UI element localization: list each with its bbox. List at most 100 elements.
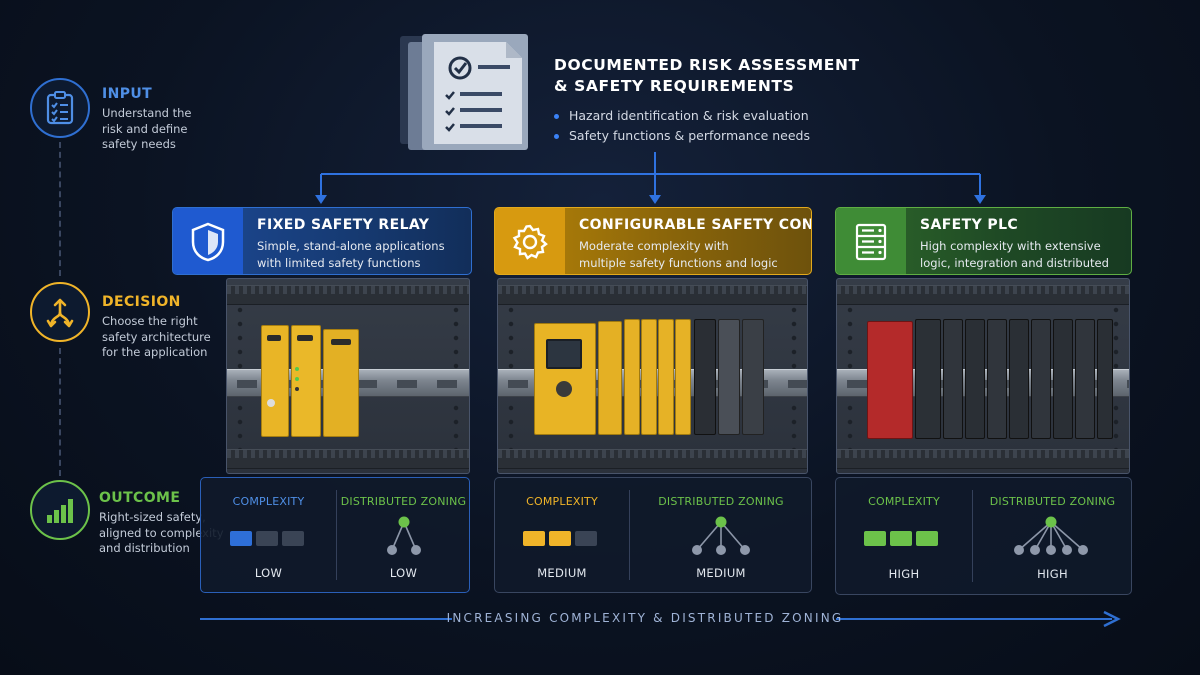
column-description: Simple, stand-alone applications with li… [257,239,445,270]
column-title: CONFIGURABLE SAFETY CONTROLLER [579,217,811,233]
safety-plc-header: SAFETY PLC High complexity with extensiv… [835,207,1132,275]
zoning-branch-line [696,521,722,551]
zoning-leaf-node [411,545,421,555]
safety-relay-module [261,325,289,437]
controller-display [546,339,582,369]
decision-step-circle [30,282,90,342]
configurable-controller-header: CONFIGURABLE SAFETY CONTROLLER Moderate … [494,207,812,275]
clipboard-checklist-icon [46,91,74,125]
zoning-leaf-node [387,545,397,555]
complexity-level-indicator [864,531,938,546]
branching-arrows-icon [46,298,74,328]
zoning-label: DISTRIBUTED ZONING [989,495,1116,508]
zoning-tree-icon [1014,516,1088,555]
desc-line: safety needs [102,137,176,151]
plc-io-module [965,319,985,439]
desc-line: Choose the right [102,314,198,328]
column-description: High complexity with extensive logic, in… [920,239,1109,274]
plc-io-module [987,319,1007,439]
title-line-1: DOCUMENTED RISK ASSESSMENT [554,56,860,74]
zoning-tree-icon [692,516,750,555]
risk-assessment-title: DOCUMENTED RISK ASSESSMENT & SAFETY REQU… [554,55,874,97]
controller-cabinet-photo [497,278,808,474]
zoning-leaf-node [1046,545,1056,555]
zoning-leaf-node [1030,545,1040,555]
relay-metrics-panel: COMPLEXITY LOW DISTRIBUTED ZONING LOW [200,477,470,593]
bar-chart-icon [47,499,73,523]
complexity-value: LOW [254,566,283,580]
zoning-value: LOW [389,566,418,580]
timeline-connector [59,348,61,476]
requirements-list: Hazard identification & risk evaluation … [554,106,810,146]
io-module [598,321,622,435]
complexity-level-block [256,531,278,546]
outcome-step-circle [30,480,90,540]
decision-step-title: DECISION [102,294,181,310]
complexity-level-block [230,531,252,546]
column-title: FIXED SAFETY RELAY [257,217,430,233]
plc-io-module [1009,319,1029,439]
complexity-label: COMPLEXITY [526,495,598,508]
relay-cabinet-photo [226,278,470,474]
zoning-leaf-node [692,545,702,555]
desc-line: Understand the [102,106,192,120]
complexity-level-block [916,531,938,546]
desc-line: risk and define [102,121,188,136]
zoning-leaf-node [1062,545,1072,555]
controller-metrics-panel: COMPLEXITY MEDIUM DISTRIBUTED ZONING MED… [494,477,812,593]
complexity-level-block [523,531,545,546]
zoning-leaf-node [740,545,750,555]
zoning-root-node [398,516,410,528]
zoning-value: HIGH [1037,567,1068,581]
complexity-value: HIGH [888,567,920,581]
io-module [641,319,657,435]
zoning-label: DISTRIBUTED ZONING [658,495,784,508]
plc-io-module [1053,319,1073,439]
document-checklist-icon [400,34,528,150]
gateway-module [718,319,740,435]
plc-comm-module [915,319,941,439]
shield-icon [191,222,225,262]
complexity-level-indicator [523,531,597,546]
complexity-level-block [282,531,304,546]
server-rack-icon [855,223,887,261]
gateway-module [742,319,764,435]
zoning-tree-icon [387,516,421,555]
plc-metrics-panel: COMPLEXITY HIGH DISTRIBUTED ZONING HIGH [835,477,1132,595]
decision-step-desc: Choose the right safety architecture for… [102,314,211,361]
safety-relay-module [291,325,321,437]
plc-io-module [1031,319,1051,439]
progression-caption: INCREASING COMPLEXITY & DISTRIBUTED ZONI… [446,611,844,625]
complexity-label: COMPLEXITY [232,495,305,508]
complexity-level-indicator [230,531,304,546]
desc-line: for the application [102,345,208,359]
zoning-root-node [715,516,727,528]
plc-io-module [1097,319,1113,439]
complexity-value: MEDIUM [537,566,587,580]
complexity-level-block [864,531,886,546]
input-step-circle [30,78,90,138]
desc-line: safety architecture [102,329,211,344]
fixed-safety-relay-header: FIXED SAFETY RELAY Simple, stand-alone a… [172,207,472,275]
zoning-value: MEDIUM [696,566,746,580]
input-step-title: INPUT [102,86,153,102]
complexity-label: COMPLEXITY [868,495,940,508]
zoning-root-node [1045,516,1057,528]
gateway-module [694,319,716,435]
complexity-level-block [549,531,571,546]
zoning-branch-line [720,521,746,551]
requirement-item: Hazard identification & risk evaluation [554,106,810,126]
gear-icon [512,224,548,260]
complexity-level-block [575,531,597,546]
complexity-level-block [890,531,912,546]
plc-cabinet-photo [836,278,1130,474]
input-step-text: INPUT Understand the risk and define saf… [102,86,191,153]
plc-cpu-module [867,321,913,439]
zoning-leaf-node [1078,545,1088,555]
io-module [658,319,674,435]
column-description: Moderate complexity with multiple safety… [579,239,778,270]
plc-io-module [1075,319,1095,439]
decision-step-text: DECISION Choose the right safety archite… [102,294,211,361]
requirement-item: Safety functions & performance needs [554,126,810,146]
io-module [675,319,691,435]
